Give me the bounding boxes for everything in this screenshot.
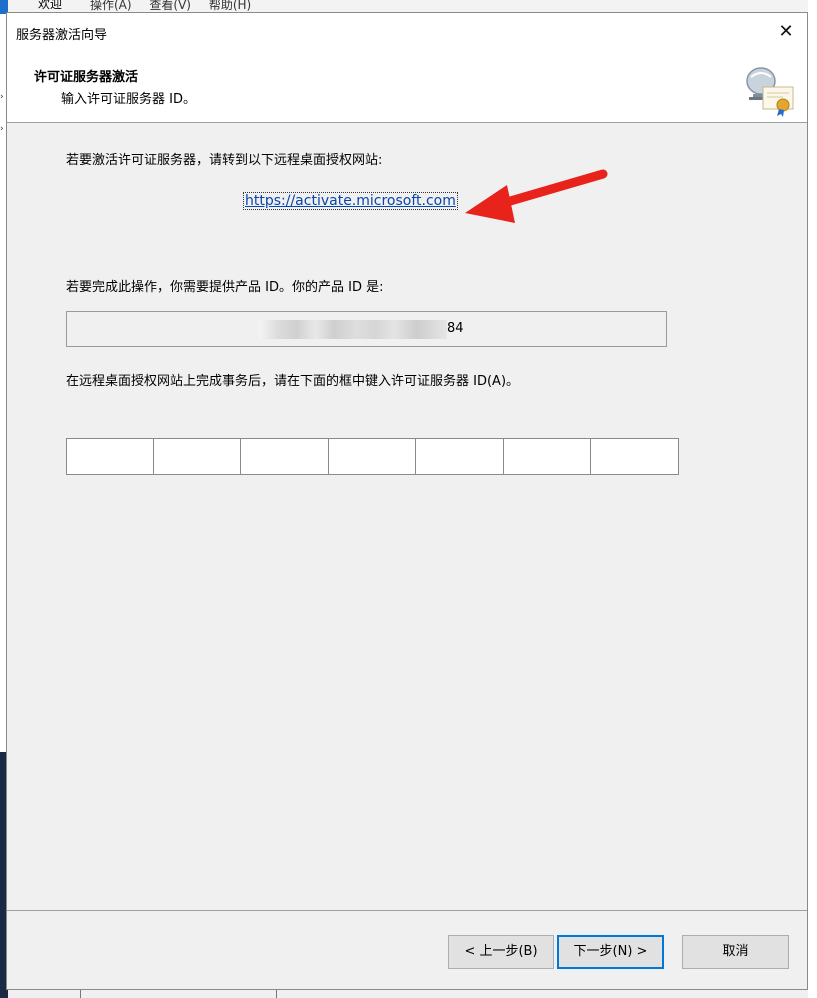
wizard-header: 许可证服务器激活 输入许可证服务器 ID。: [7, 51, 807, 123]
license-id-field-7[interactable]: [591, 438, 679, 475]
menu-action[interactable]: 操作(A): [90, 0, 132, 12]
close-icon[interactable]: ✕: [775, 21, 797, 43]
license-id-field-3[interactable]: [241, 438, 329, 475]
license-server-icon: [746, 67, 794, 117]
footer-divider: [7, 910, 807, 911]
dialog-title: 服务器激活向导: [16, 28, 108, 43]
header-title: 许可证服务器激活: [34, 70, 139, 85]
background-statusbar: [8, 990, 808, 998]
license-id-field-1[interactable]: [66, 438, 154, 475]
activation-instruction: 若要激活许可证服务器，请转到以下远程桌面授权网站:: [66, 153, 383, 168]
back-button[interactable]: < 上一步(B): [448, 935, 554, 969]
license-id-field-4[interactable]: [328, 438, 417, 475]
activation-wizard-dialog: 服务器激活向导 ✕ 许可证服务器激活 输入许可证服务器 ID。 若要激活许可证服…: [6, 12, 808, 990]
menu-view[interactable]: 查看(V): [149, 0, 191, 12]
redacted-product-id: [259, 320, 447, 339]
tree-expand-icon: ›: [0, 92, 4, 102]
menu-help[interactable]: 帮助(H): [209, 0, 251, 12]
license-server-id-inputs: [66, 438, 679, 475]
tree-expand-icon: ›: [0, 124, 4, 134]
product-id-label: 若要完成此操作，你需要提供产品 ID。你的产品 ID 是:: [66, 280, 384, 295]
license-server-id-label: 在远程桌面授权网站上完成事务后，请在下面的框中键入许可证服务器 ID(A)。: [66, 374, 520, 389]
next-button[interactable]: 下一步(N) >: [557, 935, 664, 969]
product-id-field: 84: [66, 311, 667, 347]
cancel-button[interactable]: 取消: [682, 935, 789, 969]
activation-website-link[interactable]: https://activate.microsoft.com: [243, 192, 458, 210]
background-tab[interactable]: 欢迎: [38, 0, 62, 12]
titlebar: 服务器激活向导 ✕: [7, 13, 807, 51]
header-subtitle: 输入许可证服务器 ID。: [61, 92, 196, 107]
license-id-field-6[interactable]: [503, 438, 592, 475]
red-arrow-annotation: [465, 169, 608, 223]
product-id-suffix: 84: [447, 321, 464, 336]
license-id-field-2[interactable]: [153, 438, 242, 475]
license-id-field-5[interactable]: [416, 438, 504, 475]
